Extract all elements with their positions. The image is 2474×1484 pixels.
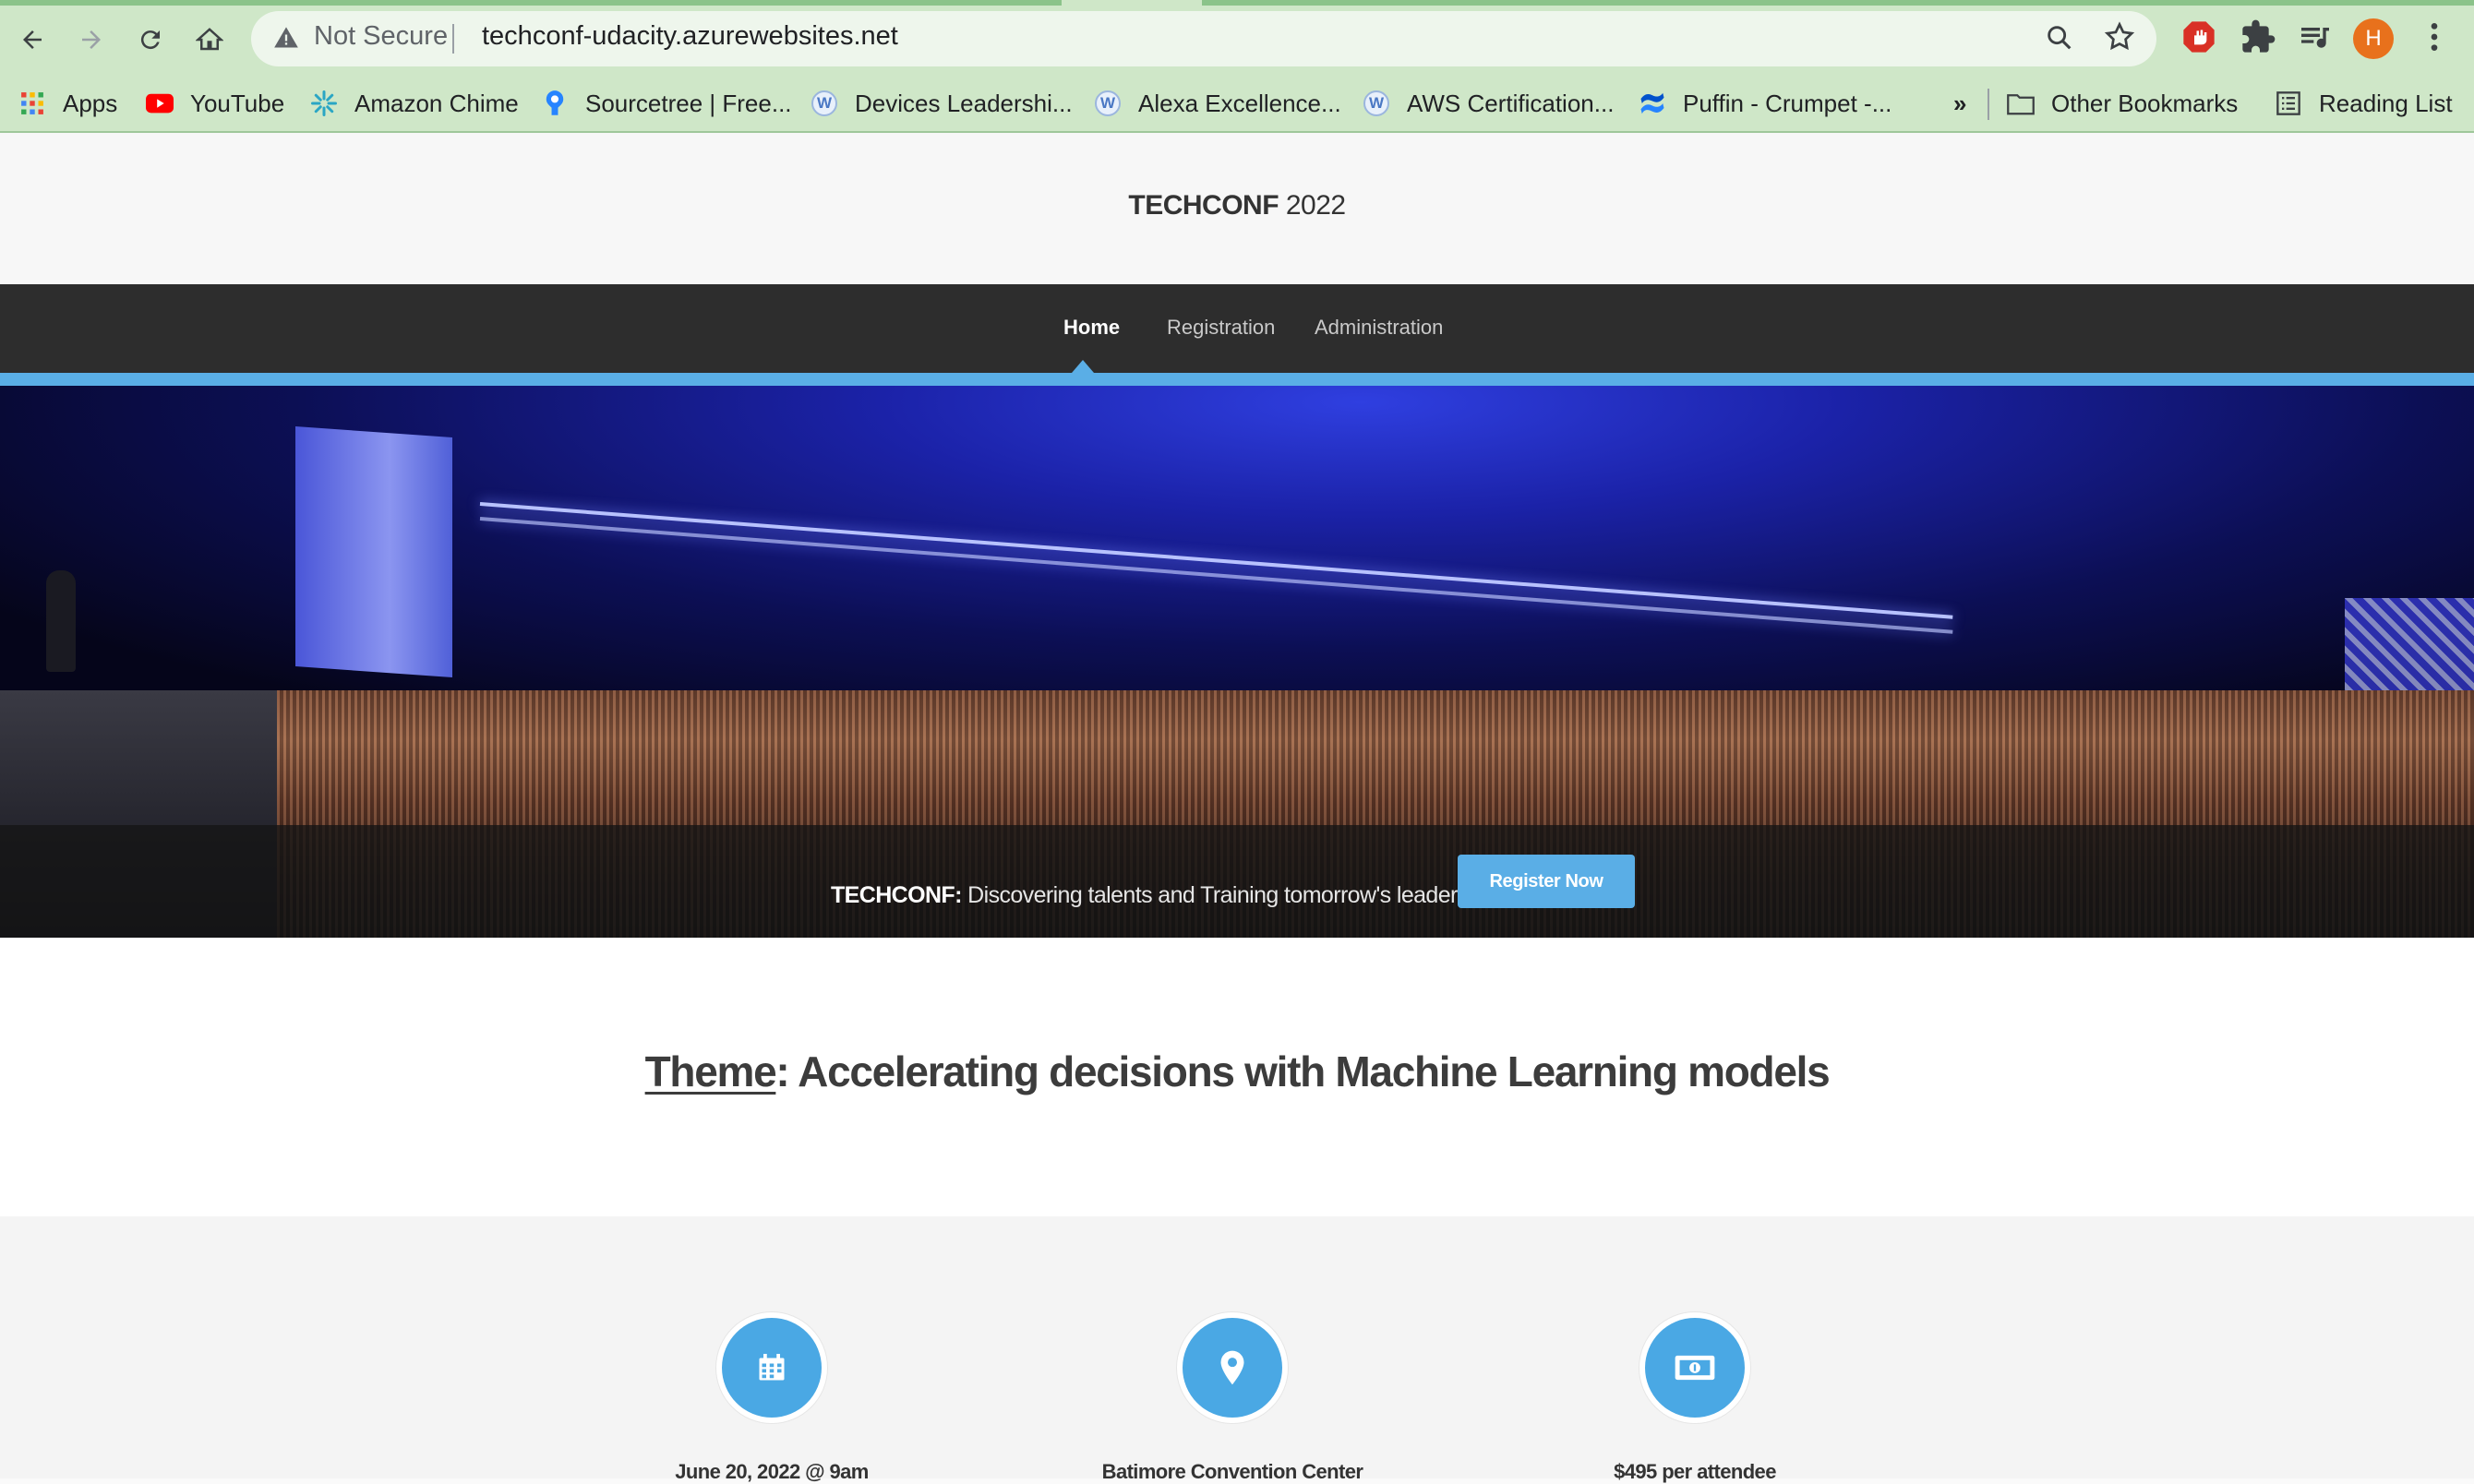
zoom-icon[interactable] (2044, 22, 2075, 54)
bookmark-label: Puffin - Crumpet -... (1683, 89, 1892, 117)
bookmark-alexa-excellence[interactable]: W Alexa Excellence... (1094, 78, 1341, 129)
extensions-puzzle-icon[interactable] (2240, 18, 2276, 55)
bookmark-aws-certification[interactable]: W AWS Certification... (1363, 78, 1614, 129)
site-title[interactable]: TECHCONF 2022 (0, 190, 2474, 221)
confluence-icon (1639, 90, 1666, 117)
browser-chrome: Not Secure techconf-udacity.azurewebsite… (0, 0, 2474, 133)
hero-speaker (46, 570, 76, 672)
bookmark-amazon-chime[interactable]: Amazon Chime (310, 78, 519, 129)
info-icon-circle (1177, 1312, 1288, 1423)
money-icon (1675, 1355, 1715, 1381)
accent-stripe (0, 373, 2474, 386)
reload-icon (140, 30, 160, 50)
theme-heading: Theme: Accelerating decisions with Machi… (0, 1047, 2474, 1096)
theme-text: : Accelerating decisions with Machine Le… (775, 1047, 1830, 1095)
bookmark-apps[interactable]: Apps (18, 78, 117, 129)
main-navbar: Home Registration Administration (0, 284, 2474, 373)
info-location-label: Batimore Convention Center (1101, 1460, 1363, 1483)
bookmarks-overflow-button[interactable]: » (1953, 78, 1966, 129)
hero-banner: TECHCONF: Discovering talents and Traini… (0, 386, 2474, 938)
event-info-section: June 20, 2022 @ 9am Batimore Convention … (0, 1216, 2474, 1483)
site-title-brand: TECHCONF (1128, 190, 1279, 221)
reload-button[interactable] (127, 17, 174, 63)
warning-icon[interactable] (273, 25, 299, 51)
nav-home[interactable]: Home (1063, 316, 1120, 340)
reading-list-icon (2275, 90, 2302, 117)
bookmark-label: Alexa Excellence... (1138, 89, 1341, 117)
hero-caption-band (0, 825, 2474, 938)
tab-strip (0, 0, 1062, 6)
register-now-button[interactable]: Register Now (1458, 855, 1635, 908)
address-bar[interactable]: Not Secure techconf-udacity.azurewebsite… (251, 11, 2156, 66)
calendar-icon (759, 1354, 785, 1381)
w-icon: W (1094, 90, 1122, 117)
bookmark-youtube[interactable]: YouTube (146, 78, 284, 129)
divider (452, 24, 454, 54)
w-icon: W (811, 90, 838, 117)
bookmark-label: Sourcetree | Free... (585, 89, 792, 117)
media-queue-icon[interactable] (2297, 18, 2334, 55)
site-header: TECHCONF 2022 (0, 133, 2474, 284)
reading-list[interactable]: Reading List (2275, 78, 2453, 129)
info-price-label: $495 per attendee (1614, 1460, 1776, 1483)
bookmark-puffin-crumpet[interactable]: Puffin - Crumpet -... (1639, 78, 1892, 129)
bookmark-star-icon[interactable] (2103, 20, 2136, 54)
info-date-label: June 20, 2022 @ 9am (675, 1460, 869, 1483)
apps-grid-icon (18, 90, 46, 117)
theme-section: Theme: Accelerating decisions with Machi… (0, 938, 2474, 1216)
url-text[interactable]: techconf-udacity.azurewebsites.net (482, 21, 898, 52)
divider (1988, 89, 1989, 120)
location-pin-icon (1220, 1350, 1244, 1385)
profile-avatar[interactable]: H (2353, 18, 2394, 59)
bookmark-label: AWS Certification... (1407, 89, 1615, 117)
bookmark-label: Other Bookmarks (2051, 89, 2239, 117)
w-icon: W (1363, 90, 1390, 117)
bookmarks-bar: Apps YouTube Amazon Chime Sourcetree | F… (0, 78, 2474, 129)
other-bookmarks[interactable]: Other Bookmarks (2007, 78, 2238, 129)
bookmark-label: Reading List (2319, 89, 2453, 117)
kebab-menu-icon[interactable] (2420, 18, 2448, 55)
bookmark-label: Amazon Chime (354, 89, 519, 117)
folder-icon (2007, 90, 2035, 117)
nav-administration[interactable]: Administration (1315, 316, 1443, 340)
home-button[interactable] (186, 17, 233, 63)
hero-tagline-text: Discovering talents and Training tomorro… (961, 882, 1469, 908)
arrow-right-icon (82, 30, 101, 49)
sourcetree-icon (541, 90, 569, 117)
bookmark-label: Devices Leadershi... (855, 89, 1073, 117)
bookmark-label: YouTube (190, 89, 285, 117)
back-button[interactable] (9, 17, 55, 63)
home-icon (196, 28, 223, 51)
info-icon-circle (716, 1312, 827, 1423)
site-title-year: 2022 (1279, 190, 1346, 221)
info-icon-circle (1639, 1312, 1750, 1423)
not-secure-label[interactable]: Not Secure (314, 21, 448, 52)
forward-button[interactable] (68, 17, 114, 63)
amazon-chime-icon (310, 90, 338, 117)
youtube-icon (146, 90, 174, 117)
arrow-left-icon (23, 30, 42, 49)
bookmark-devices-leadership[interactable]: W Devices Leadershi... (811, 78, 1073, 129)
nav-registration[interactable]: Registration (1167, 316, 1275, 340)
active-nav-indicator (1072, 360, 1094, 373)
tab-strip (1202, 0, 2474, 6)
theme-label: Theme (644, 1047, 777, 1095)
hero-tagline: TECHCONF: Discovering talents and Traini… (831, 882, 1469, 909)
hero-projection-screen (295, 426, 452, 677)
bookmark-sourcetree[interactable]: Sourcetree | Free... (541, 78, 792, 129)
hero-tagline-brand: TECHCONF: (831, 882, 962, 908)
adblock-extension-icon[interactable] (2180, 18, 2217, 55)
bookmark-label: Apps (63, 89, 118, 117)
